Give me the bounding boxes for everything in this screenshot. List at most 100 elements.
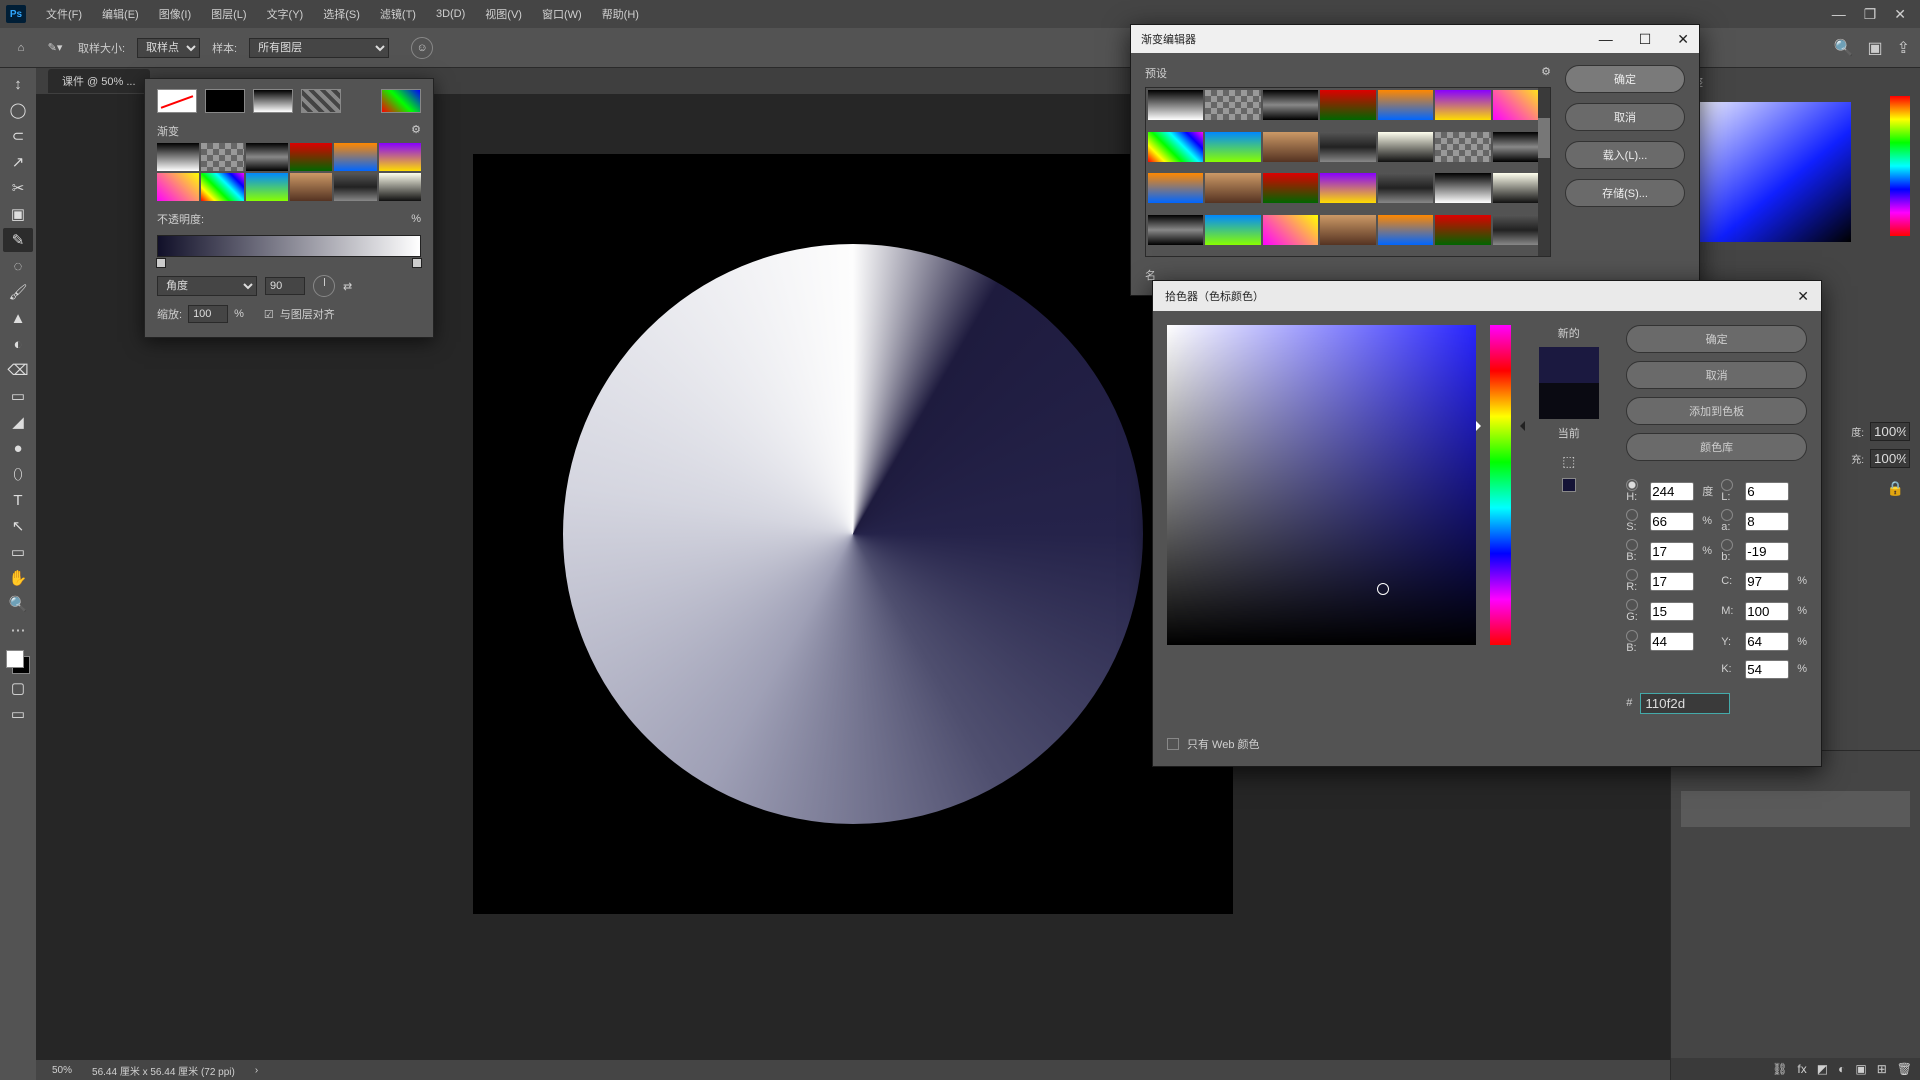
new-color-swatch[interactable] <box>1539 347 1599 383</box>
preset[interactable] <box>334 173 376 201</box>
workspace-icon[interactable]: ▣ <box>1867 38 1882 58</box>
g-input[interactable] <box>1650 602 1694 621</box>
search-icon[interactable]: 🔍 <box>1834 38 1854 58</box>
eyedropper-tool[interactable]: ✎ <box>3 228 33 252</box>
layer-row[interactable] <box>1681 791 1910 827</box>
r-input[interactable] <box>1650 572 1694 591</box>
fx-icon[interactable]: fx <box>1797 1062 1806 1076</box>
menu-edit[interactable]: 编辑(E) <box>92 0 149 28</box>
menu-type[interactable]: 文字(Y) <box>257 0 314 28</box>
link-icon[interactable]: ⛓ <box>1772 1062 1787 1076</box>
preset[interactable] <box>1263 173 1318 203</box>
bc-input[interactable] <box>1650 632 1694 651</box>
trash-icon[interactable]: 🗑 <box>1897 1062 1912 1076</box>
bl-radio[interactable] <box>1721 539 1733 551</box>
add-swatch-button[interactable]: 添加到色板 <box>1626 397 1807 425</box>
gradient-tool[interactable]: ▭ <box>3 384 33 408</box>
close-icon[interactable]: ✕ <box>1797 288 1809 305</box>
preset[interactable] <box>1320 132 1375 162</box>
gradient-stop-right[interactable] <box>412 258 422 268</box>
wand-tool[interactable]: ↗ <box>3 150 33 174</box>
crop-tool[interactable]: ✂ <box>3 176 33 200</box>
load-button[interactable]: 载入(L)... <box>1565 141 1685 169</box>
hue-marker[interactable] <box>1484 425 1517 427</box>
stamp-tool[interactable]: ▲ <box>3 306 33 330</box>
color-swatch[interactable] <box>6 650 30 674</box>
menu-view[interactable]: 视图(V) <box>475 0 532 28</box>
menu-window[interactable]: 窗口(W) <box>532 0 592 28</box>
preset[interactable] <box>1148 215 1203 245</box>
gradient-stop-left[interactable] <box>156 258 166 268</box>
scale-input[interactable] <box>188 305 228 323</box>
more-tool[interactable]: ⋯ <box>3 618 33 642</box>
l-input[interactable] <box>1745 482 1789 501</box>
reverse-icon[interactable]: ⇄ <box>343 280 352 293</box>
fill-pattern[interactable] <box>301 89 341 113</box>
hex-input[interactable] <box>1640 693 1730 714</box>
bh-input[interactable] <box>1650 542 1694 561</box>
preset[interactable] <box>1263 90 1318 120</box>
preset[interactable] <box>1148 90 1203 120</box>
preset[interactable] <box>379 173 421 201</box>
preset[interactable] <box>1435 132 1490 162</box>
color-picker-titlebar[interactable]: 拾色器（色标颜色） ✕ <box>1153 281 1821 311</box>
menu-select[interactable]: 选择(S) <box>313 0 370 28</box>
doc-info-arrow-icon[interactable]: › <box>255 1065 258 1076</box>
preset[interactable] <box>290 173 332 201</box>
current-color-swatch[interactable] <box>1539 383 1599 419</box>
fill-none[interactable] <box>157 89 197 113</box>
pen-tool[interactable]: ⬯ <box>3 462 33 486</box>
fill-preview[interactable] <box>381 89 421 113</box>
cancel-button[interactable]: 取消 <box>1626 361 1807 389</box>
sample-ring-icon[interactable]: ☺ <box>411 37 433 59</box>
home-icon[interactable]: ⌂ <box>10 37 32 59</box>
preset[interactable] <box>1263 215 1318 245</box>
gamut-swatch[interactable] <box>1562 478 1576 492</box>
preset[interactable] <box>1205 90 1260 120</box>
history-brush-tool[interactable]: ◐ <box>3 332 33 356</box>
brush-tool[interactable]: 🖌 <box>3 280 33 304</box>
marquee-tool[interactable]: ◯ <box>3 98 33 122</box>
bc-radio[interactable] <box>1626 630 1638 642</box>
doc-info[interactable]: 56.44 厘米 x 56.44 厘米 (72 ppi) <box>92 1063 235 1078</box>
h-input[interactable] <box>1650 482 1694 501</box>
heal-tool[interactable]: ◌ <box>3 254 33 278</box>
preset[interactable] <box>334 143 376 171</box>
path-tool[interactable]: ↖ <box>3 514 33 538</box>
menu-3d[interactable]: 3D(D) <box>426 0 475 28</box>
r-radio[interactable] <box>1626 569 1638 581</box>
h-radio[interactable] <box>1626 479 1638 491</box>
g-radio[interactable] <box>1626 599 1638 611</box>
mask-add-icon[interactable]: ◩ <box>1817 1062 1828 1076</box>
fill-gradient[interactable] <box>253 89 293 113</box>
fill-solid[interactable] <box>205 89 245 113</box>
preset[interactable] <box>1148 173 1203 203</box>
window-minimize-icon[interactable]: — <box>1832 6 1846 23</box>
menu-layer[interactable]: 图层(L) <box>201 0 256 28</box>
type-tool[interactable]: T <box>3 488 33 512</box>
menu-image[interactable]: 图像(I) <box>149 0 201 28</box>
preset[interactable] <box>201 173 243 201</box>
eyedropper-icon[interactable]: ✎▾ <box>44 37 66 59</box>
layer-fill-input[interactable] <box>1870 449 1910 468</box>
gradient-bar[interactable] <box>157 235 421 257</box>
color-cursor[interactable] <box>1377 583 1389 595</box>
blur-tool[interactable]: ◢ <box>3 410 33 434</box>
sample-size-select[interactable]: 取样点 <box>137 38 200 58</box>
window-close-icon[interactable]: ✕ <box>1677 31 1689 48</box>
dodge-tool[interactable]: ● <box>3 436 33 460</box>
eraser-tool[interactable]: ⌫ <box>3 358 33 382</box>
screenmode-icon[interactable]: ▭ <box>3 702 33 726</box>
gear-icon[interactable]: ⚙ <box>1541 65 1551 81</box>
preset[interactable] <box>1320 215 1375 245</box>
gradient-angle-input[interactable] <box>265 277 305 295</box>
preset[interactable] <box>246 143 288 171</box>
preset[interactable] <box>1435 173 1490 203</box>
layer-opacity-input[interactable] <box>1870 422 1910 441</box>
preset[interactable] <box>1205 173 1260 203</box>
k-input[interactable] <box>1745 660 1789 679</box>
menu-filter[interactable]: 滤镜(T) <box>370 0 426 28</box>
sample-layers-select[interactable]: 所有图层 <box>249 38 389 58</box>
window-close-icon[interactable]: ✕ <box>1894 6 1906 23</box>
menu-help[interactable]: 帮助(H) <box>592 0 649 28</box>
